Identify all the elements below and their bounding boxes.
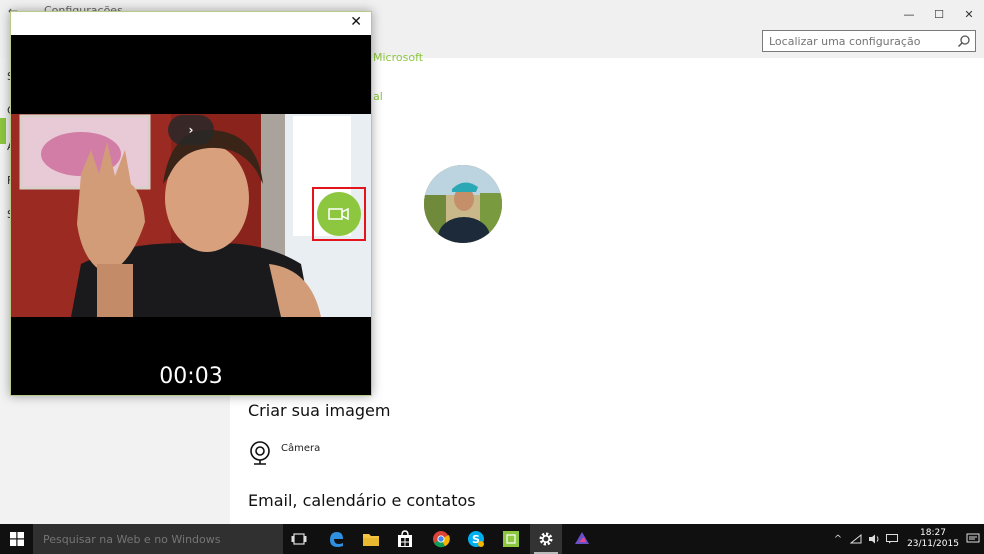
taskbar-search-input[interactable] xyxy=(33,524,283,554)
close-icon[interactable]: ✕ xyxy=(350,14,362,30)
store-icon[interactable] xyxy=(389,524,421,554)
profile-avatar xyxy=(424,165,502,243)
system-tray: ^ 18:27 23/11/2015 xyxy=(828,524,984,554)
avatar-photo xyxy=(424,165,502,243)
chrome-icon[interactable] xyxy=(425,524,457,554)
chevron-up-icon[interactable]: ^ xyxy=(830,524,846,554)
webcam-icon xyxy=(250,441,270,465)
windows-logo-icon xyxy=(9,532,24,546)
maximize-button[interactable]: ☐ xyxy=(924,0,954,28)
skype-icon[interactable]: S xyxy=(460,524,492,554)
recording-timer: 00:03 xyxy=(159,364,223,389)
clock-time: 18:27 xyxy=(920,528,946,538)
settings-search-input[interactable] xyxy=(763,31,953,51)
chevron-right-icon[interactable]: › xyxy=(168,115,214,145)
taskbar: S ^ 18:27 23/11/2015 xyxy=(0,524,984,554)
start-button[interactable] xyxy=(0,524,33,554)
minimize-button[interactable]: — xyxy=(894,0,924,28)
taskbar-search-box[interactable] xyxy=(33,524,283,554)
account-link-partial[interactable]: al xyxy=(373,90,383,103)
camera-option-label: Câmera xyxy=(281,443,321,454)
record-video-button[interactable] xyxy=(317,192,361,236)
clock-date: 23/11/2015 xyxy=(907,539,959,549)
message-icon[interactable] xyxy=(884,524,900,554)
email-calendar-contacts-heading: Email, calendário e contatos xyxy=(248,491,476,510)
network-icon[interactable] xyxy=(848,524,864,554)
settings-search-box[interactable] xyxy=(762,30,976,52)
taskbar-clock[interactable]: 18:27 23/11/2015 xyxy=(904,528,962,550)
task-view-icon[interactable] xyxy=(283,524,315,554)
search-icon[interactable] xyxy=(957,34,971,48)
window-controls: — ☐ ✕ xyxy=(894,0,984,28)
volume-icon[interactable] xyxy=(866,524,882,554)
create-image-heading: Criar sua imagem xyxy=(248,401,391,420)
camera-titlebar: ✕ xyxy=(11,12,371,35)
settings-gear-icon[interactable] xyxy=(530,524,562,554)
close-button[interactable]: ✕ xyxy=(954,0,984,28)
green-app-icon[interactable] xyxy=(495,524,527,554)
media-app-icon[interactable] xyxy=(566,524,598,554)
edge-icon[interactable] xyxy=(320,524,352,554)
file-explorer-icon[interactable] xyxy=(355,524,387,554)
sidebar-selected-indicator xyxy=(0,118,6,144)
microsoft-account-link[interactable]: Microsoft xyxy=(373,51,423,64)
video-camera-icon xyxy=(328,207,349,221)
camera-window: ✕ › 00:03 xyxy=(10,11,372,396)
notification-center-icon[interactable] xyxy=(962,524,984,554)
